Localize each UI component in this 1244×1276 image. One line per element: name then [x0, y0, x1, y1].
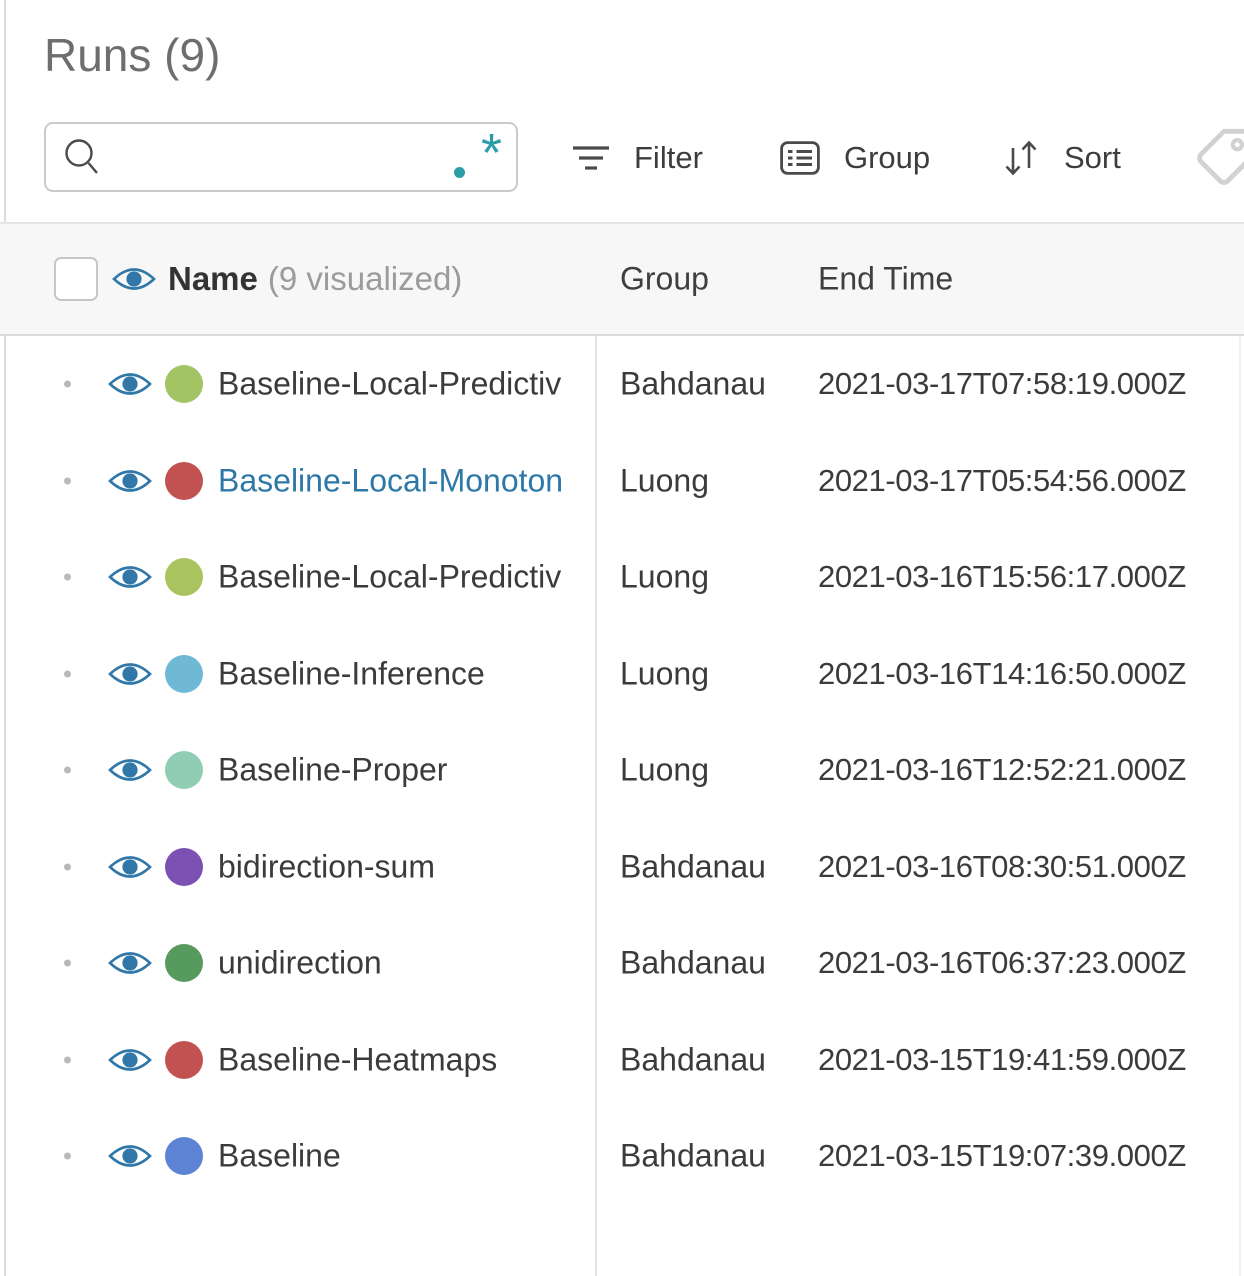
run-end-time-cell: 2021-03-15T19:07:39.000Z	[818, 1138, 1186, 1174]
name-column-label: Name	[168, 260, 258, 297]
run-color-dot[interactable]	[165, 1040, 203, 1079]
drag-handle-dot[interactable]	[64, 863, 71, 871]
run-name-link[interactable]: unidirection	[218, 945, 574, 982]
run-name-link[interactable]: Baseline-Proper	[218, 752, 574, 789]
run-end-time-cell: 2021-03-17T07:58:19.000Z	[818, 366, 1186, 402]
run-color-dot[interactable]	[165, 944, 203, 983]
run-name-link[interactable]: Baseline	[218, 1138, 574, 1175]
run-color-dot[interactable]	[165, 751, 203, 790]
eye-icon[interactable]	[108, 369, 152, 399]
drag-handle-dot[interactable]	[64, 1152, 71, 1160]
sort-button[interactable]: Sort	[1002, 128, 1121, 188]
drag-handle-dot[interactable]	[64, 380, 71, 388]
eye-icon[interactable]	[108, 659, 152, 689]
search-box[interactable]: *	[44, 122, 518, 192]
group-list-icon	[780, 141, 820, 175]
eye-icon[interactable]	[108, 755, 152, 785]
run-group-cell: Luong	[620, 462, 709, 499]
tag-icon[interactable]	[1192, 126, 1244, 190]
table-row[interactable]: Baseline-Local-Monoton Luong 2021-03-17T…	[0, 433, 1244, 530]
run-end-time-cell: 2021-03-16T08:30:51.000Z	[818, 848, 1186, 884]
search-input[interactable]	[102, 127, 454, 187]
eye-icon[interactable]	[108, 562, 152, 592]
regex-dot-glyph	[454, 167, 465, 178]
page-title: Runs (9)	[44, 29, 221, 81]
drag-handle-dot[interactable]	[64, 959, 71, 967]
run-group-cell: Bahdanau	[620, 1041, 766, 1078]
eye-icon[interactable]	[108, 466, 152, 496]
toggle-all-visibility-eye-icon[interactable]	[112, 264, 156, 294]
group-column-header[interactable]: Group	[620, 261, 709, 298]
run-group-cell: Bahdanau	[620, 848, 766, 885]
run-name-link[interactable]: Baseline-Local-Predictiv	[218, 559, 574, 596]
filter-funnel-icon	[573, 146, 609, 170]
run-end-time-cell: 2021-03-16T12:52:21.000Z	[818, 752, 1186, 788]
run-group-cell: Luong	[620, 558, 709, 595]
filter-button[interactable]: Filter	[572, 128, 703, 188]
runs-table-body: Baseline-Local-Predictiv Bahdanau 2021-0…	[0, 336, 1244, 1205]
run-end-time-cell: 2021-03-16T06:37:23.000Z	[818, 945, 1186, 981]
table-row[interactable]: unidirection Bahdanau 2021-03-16T06:37:2…	[0, 915, 1244, 1012]
run-group-cell: Bahdanau	[620, 944, 766, 981]
drag-handle-dot[interactable]	[64, 477, 71, 485]
visualized-count-annotation: (9 visualized)	[267, 260, 463, 297]
run-color-dot[interactable]	[165, 847, 203, 886]
sort-arrows-icon	[1005, 140, 1037, 176]
group-button[interactable]: Group	[780, 128, 930, 188]
table-row[interactable]: Baseline-Proper Luong 2021-03-16T12:52:2…	[0, 722, 1244, 819]
run-group-cell: Luong	[620, 751, 709, 788]
name-column-header[interactable]: Name (9 visualized)	[168, 260, 462, 298]
eye-icon[interactable]	[108, 1141, 152, 1171]
run-color-dot[interactable]	[165, 1137, 203, 1176]
regex-toggle-icon[interactable]: *	[454, 123, 502, 186]
run-name-link[interactable]: Baseline-Local-Monoton	[218, 462, 574, 499]
run-end-time-cell: 2021-03-16T15:56:17.000Z	[818, 559, 1186, 595]
eye-icon[interactable]	[108, 852, 152, 882]
drag-handle-dot[interactable]	[64, 573, 71, 581]
table-row[interactable]: Baseline Bahdanau 2021-03-15T19:07:39.00…	[0, 1108, 1244, 1205]
run-color-dot[interactable]	[165, 365, 203, 404]
table-row[interactable]: Baseline-Local-Predictiv Bahdanau 2021-0…	[0, 336, 1244, 433]
drag-handle-dot[interactable]	[64, 766, 71, 774]
drag-handle-dot[interactable]	[64, 670, 71, 678]
group-button-label: Group	[844, 140, 931, 175]
run-name-link[interactable]: Baseline-Local-Predictiv	[218, 366, 574, 403]
drag-handle-dot[interactable]	[64, 1056, 71, 1064]
run-color-dot[interactable]	[165, 461, 203, 500]
run-name-link[interactable]: bidirection-sum	[218, 848, 574, 885]
search-icon	[65, 139, 98, 174]
table-row[interactable]: bidirection-sum Bahdanau 2021-03-16T08:3…	[0, 819, 1244, 916]
eye-icon[interactable]	[108, 948, 152, 978]
run-group-cell: Luong	[620, 655, 709, 692]
run-group-cell: Bahdanau	[620, 365, 766, 402]
table-row[interactable]: Baseline-Heatmaps Bahdanau 2021-03-15T19…	[0, 1012, 1244, 1109]
regex-asterisk-glyph: *	[480, 123, 502, 183]
select-all-checkbox[interactable]	[54, 257, 98, 301]
run-color-dot[interactable]	[165, 654, 203, 693]
table-header-row: Name (9 visualized) Group End Time	[0, 222, 1244, 336]
run-group-cell: Bahdanau	[620, 1137, 766, 1174]
eye-icon[interactable]	[108, 1045, 152, 1075]
run-name-link[interactable]: Baseline-Inference	[218, 655, 574, 692]
sort-button-label: Sort	[1064, 140, 1121, 175]
run-end-time-cell: 2021-03-15T19:41:59.000Z	[818, 1041, 1186, 1077]
table-row[interactable]: Baseline-Inference Luong 2021-03-16T14:1…	[0, 626, 1244, 723]
table-row[interactable]: Baseline-Local-Predictiv Luong 2021-03-1…	[0, 529, 1244, 626]
run-end-time-cell: 2021-03-17T05:54:56.000Z	[818, 462, 1186, 498]
run-end-time-cell: 2021-03-16T14:16:50.000Z	[818, 655, 1186, 691]
filter-button-label: Filter	[634, 140, 703, 175]
run-color-dot[interactable]	[165, 558, 203, 597]
run-name-link[interactable]: Baseline-Heatmaps	[218, 1041, 574, 1078]
end-time-column-header[interactable]: End Time	[818, 261, 953, 298]
